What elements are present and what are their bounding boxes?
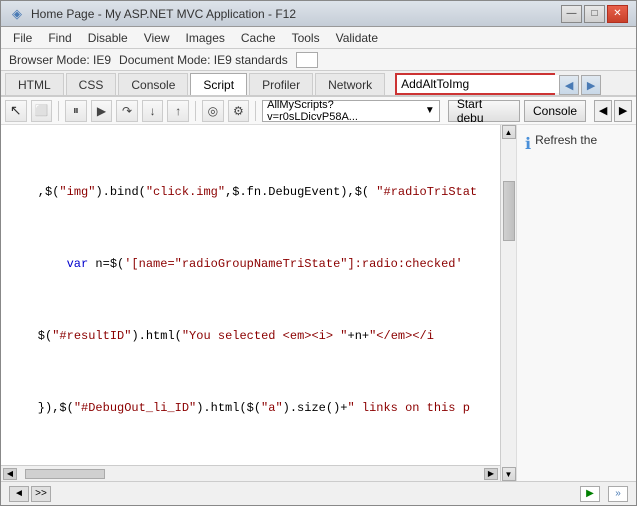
code-line-1: ,$("img").bind("click.img",$.fn.DebugEve… (9, 183, 492, 201)
window-title: Home Page - My ASP.NET MVC Application -… (31, 7, 561, 21)
pause-button[interactable]: ⏸ (65, 100, 87, 122)
tab-profiler[interactable]: Profiler (249, 73, 313, 95)
bottom-left-nav-button[interactable]: ◄ (9, 486, 29, 502)
toolbar-separator-3 (255, 101, 256, 121)
code-line-2: var n=$('[name="radioGroupNameTriState"]… (9, 255, 492, 273)
title-bar: ◈ Home Page - My ASP.NET MVC Application… (1, 1, 636, 27)
toolbar-separator-1 (58, 101, 59, 121)
start-debug-button[interactable]: Start debu (448, 100, 520, 122)
maximize-button[interactable]: □ (584, 5, 605, 23)
tab-css[interactable]: CSS (66, 73, 117, 95)
code-line-4: }),$("#DebugOut_li_ID").html($("a").size… (9, 399, 492, 417)
horizontal-scrollbar[interactable]: ◀ ▶ (1, 465, 500, 481)
menu-validate[interactable]: Validate (328, 28, 386, 48)
select-tool-button[interactable]: ⬜ (31, 100, 53, 122)
browser-mode-label: Browser Mode: IE9 (9, 53, 111, 67)
refresh-text: Refresh the (535, 133, 597, 147)
scroll-track (502, 141, 516, 465)
scroll-down-button[interactable]: ▼ (502, 467, 516, 481)
script-toolbar: ↖ ⬜ ⏸ ▶ ↷ ↓ ↑ ◎ ⚙ AllMyScripts?v=r0sLDic… (1, 97, 636, 125)
step-over-button[interactable]: ↷ (116, 100, 138, 122)
panel-nav-right-button[interactable]: ▶ (614, 100, 632, 122)
code-editor[interactable]: ,$("img").bind("click.img",$.fn.DebugEve… (1, 125, 500, 465)
play-button[interactable]: ▶ (91, 100, 113, 122)
toolbar-separator-2 (195, 101, 196, 121)
tab-html[interactable]: HTML (5, 73, 64, 95)
menu-disable[interactable]: Disable (80, 28, 136, 48)
main-window: ◈ Home Page - My ASP.NET MVC Application… (0, 0, 637, 506)
search-input[interactable] (397, 75, 560, 93)
panel-nav-left-button[interactable]: ◀ (594, 100, 612, 122)
console-button[interactable]: Console (524, 100, 586, 122)
refresh-area: ℹ Refresh the (525, 133, 628, 154)
minimize-button[interactable]: — (561, 5, 582, 23)
menu-images[interactable]: Images (178, 28, 233, 48)
search-container: ✕ (395, 73, 555, 95)
dropdown-arrow-icon: ▼ (425, 105, 435, 116)
right-info-panel: ℹ Refresh the (516, 125, 636, 481)
breakpoints-button[interactable]: ◎ (202, 100, 224, 122)
menu-file[interactable]: File (5, 28, 40, 48)
window-controls: — □ ✕ (561, 5, 628, 23)
browser-mode-bar: Browser Mode: IE9 Document Mode: IE9 sta… (1, 49, 636, 71)
code-panel: ,$("img").bind("click.img",$.fn.DebugEve… (1, 125, 500, 481)
menu-tools[interactable]: Tools (284, 28, 328, 48)
tab-console[interactable]: Console (118, 73, 188, 95)
gear-button[interactable]: ⚙ (228, 100, 250, 122)
scroll-up-button[interactable]: ▲ (502, 125, 516, 139)
main-tabs: HTML CSS Console Script Profiler Network… (1, 71, 636, 97)
script-dropdown[interactable]: AllMyScripts?v=r0sLDicvP58A... ▼ (262, 100, 440, 122)
menu-cache[interactable]: Cache (233, 28, 284, 48)
menu-find[interactable]: Find (40, 28, 79, 48)
mode-indicator-box (296, 52, 318, 68)
menu-view[interactable]: View (136, 28, 178, 48)
search-next-button[interactable]: ▶ (581, 75, 601, 95)
scroll-nav-group: ◄ >> (9, 486, 51, 502)
close-button[interactable]: ✕ (607, 5, 628, 23)
menu-bar: File Find Disable View Images Cache Tool… (1, 27, 636, 49)
scroll-left-button[interactable]: ◀ (3, 468, 17, 480)
step-out-button[interactable]: ↑ (167, 100, 189, 122)
document-mode-label: Document Mode: IE9 standards (119, 53, 288, 67)
tab-network[interactable]: Network (315, 73, 385, 95)
pointer-tool-button[interactable]: ↖ (5, 100, 27, 122)
content-area: ,$("img").bind("click.img",$.fn.DebugEve… (1, 125, 636, 481)
code-line-3: $("#resultID").html("You selected <em><i… (9, 327, 492, 345)
bottom-play-button[interactable]: ▶ (580, 486, 600, 502)
h-scroll-thumb[interactable] (25, 469, 105, 479)
bottom-nav-jump-button[interactable]: >> (31, 486, 51, 502)
info-icon: ℹ (525, 134, 531, 154)
v-scroll-thumb[interactable] (503, 181, 515, 241)
scroll-right-button[interactable]: ▶ (484, 468, 498, 480)
step-into-button[interactable]: ↓ (142, 100, 164, 122)
search-prev-button[interactable]: ◀ (559, 75, 579, 95)
tab-script[interactable]: Script (190, 73, 247, 95)
app-icon: ◈ (9, 6, 25, 22)
bottom-fast-forward-button[interactable]: » (608, 486, 628, 502)
vertical-scrollbar[interactable]: ▲ ▼ (500, 125, 516, 481)
bottom-toolbar: ◄ >> ▶ » (1, 481, 636, 505)
